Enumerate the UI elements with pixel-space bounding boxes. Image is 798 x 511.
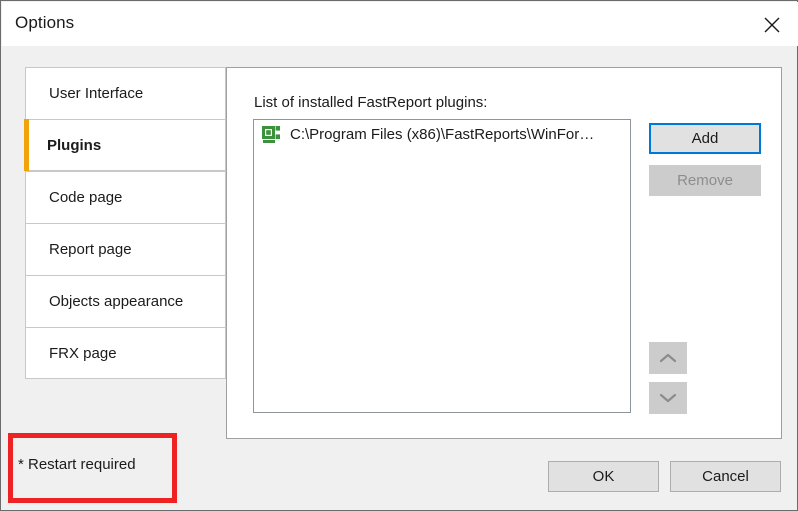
sidebar-item-label: Report page (49, 241, 132, 258)
plugin-icon (262, 125, 280, 143)
sidebar-item-label: User Interface (49, 85, 144, 102)
sidebar-item-label: FRX page (49, 344, 117, 362)
move-up-button[interactable] (649, 342, 687, 374)
sidebar-item-frx-page[interactable]: FRX page (25, 327, 226, 379)
settings-tab-list: User Interface Plugins Code page Report … (24, 67, 226, 383)
restart-required-note: * Restart required (18, 456, 136, 473)
sidebar-item-objects-appearance[interactable]: Objects appearance (25, 275, 226, 327)
options-dialog: Options User Interface Plugins Code page… (0, 0, 798, 511)
close-icon[interactable] (746, 3, 798, 47)
title-bar: Options (2, 2, 798, 46)
sidebar-item-plugins[interactable]: Plugins (24, 119, 226, 171)
plugin-list-caption: List of installed FastReport plugins: (254, 94, 488, 111)
selected-tab-accent-bar (24, 119, 29, 171)
add-button[interactable]: Add (649, 123, 761, 154)
plugin-list[interactable]: C:\Program Files (x86)\FastReports\WinFo… (253, 119, 631, 413)
sidebar-item-label: Plugins (47, 136, 102, 154)
sidebar-item-label: Objects appearance (49, 293, 184, 310)
list-item[interactable]: C:\Program Files (x86)\FastReports\WinFo… (254, 120, 630, 148)
sidebar-item-code-page[interactable]: Code page (25, 171, 226, 223)
ok-button[interactable]: OK (548, 461, 659, 492)
plugin-path: C:\Program Files (x86)\FastReports\WinFo… (290, 125, 595, 143)
plugins-settings-panel: List of installed FastReport plugins: C:… (226, 67, 782, 439)
chevron-down-icon (658, 392, 678, 404)
remove-button: Remove (649, 165, 761, 196)
sidebar-item-report-page[interactable]: Report page (25, 223, 226, 275)
sidebar-item-user-interface[interactable]: User Interface (25, 67, 226, 119)
window-title: Options (15, 13, 75, 32)
sidebar-item-label: Code page (49, 189, 123, 206)
chevron-up-icon (658, 352, 678, 364)
cancel-button[interactable]: Cancel (670, 461, 781, 492)
move-down-button[interactable] (649, 382, 687, 414)
